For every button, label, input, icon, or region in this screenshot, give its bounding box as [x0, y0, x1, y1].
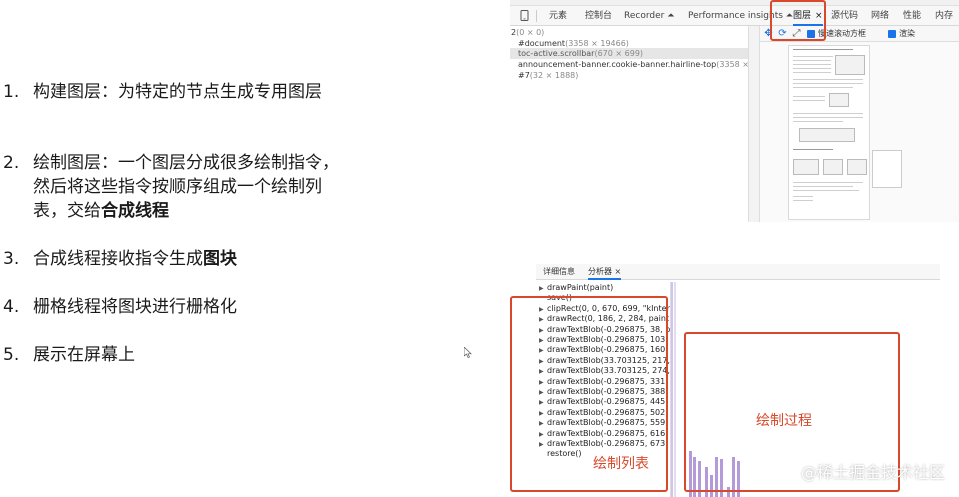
step-number: 4. [3, 297, 20, 317]
preview-image [829, 93, 849, 107]
timeline-scroll-column [674, 282, 676, 497]
paint-command-row[interactable]: ▶ drawPaint(paint) [539, 283, 613, 293]
step-text: 构建图层：为特定的节点生成专用图层 [33, 82, 322, 102]
tab-recorder[interactable]: Recorder ⏶ [624, 6, 674, 26]
watermark: @稀土掘金技术社区 [800, 463, 945, 482]
preview-image [799, 128, 855, 142]
tab-memory[interactable]: 内存 [935, 6, 953, 26]
close-icon[interactable]: × [615, 267, 622, 276]
tab-profiler[interactable]: 分析器 × [588, 264, 622, 280]
profiler-tabbar: 详细信息 分析器 × [536, 264, 940, 280]
preview-image [793, 159, 819, 175]
layer-row-selected[interactable]: toc-active.scrollbar(670 × 699) [510, 48, 748, 59]
step-number: 1. [3, 82, 20, 102]
paint-label: 渲染 [899, 29, 915, 38]
paint-command-text: drawPaint(paint) [547, 283, 614, 292]
highlight-box-layers-tab [770, 0, 826, 41]
tab-separator [536, 10, 537, 22]
step-text: 栅格线程将图块进行栅格化 [33, 297, 237, 317]
device-toggle-icon[interactable] [519, 9, 531, 22]
step-number: 5. [3, 345, 20, 365]
step-text: 展示在屏幕上 [33, 345, 135, 365]
preview-image [823, 159, 843, 175]
step-number: 2. [3, 153, 20, 173]
annotation-paint-process: 绘制过程 [756, 413, 812, 429]
layer-row[interactable]: #7(32 × 1888) [510, 70, 748, 81]
tab-elements[interactable]: 元素 [549, 6, 567, 26]
panel-resize-handle[interactable] [748, 26, 760, 222]
step-text: 合成线程接收指令生成图块 [33, 249, 237, 269]
tab-console[interactable]: 控制台 [585, 6, 612, 26]
timeline-scroll-column [671, 282, 673, 497]
layer-tree: 2(0 × 0) #document(3358 × 19466) toc-act… [510, 26, 770, 222]
layers-3d-viewport[interactable] [760, 42, 959, 222]
step-number: 3. [3, 249, 20, 269]
tab-profiler-label: 分析器 [588, 267, 612, 276]
page-preview [788, 45, 870, 220]
devtools-layers-panel: 元素 控制台 Recorder ⏶ Performance insights ⏶… [510, 0, 959, 222]
devtools-tabbar: 元素 控制台 Recorder ⏶ Performance insights ⏶… [510, 6, 959, 26]
annotation-paint-list: 绘制列表 [593, 456, 649, 472]
tab-details[interactable]: 详细信息 [543, 264, 575, 280]
tab-performance[interactable]: 性能 [903, 6, 921, 26]
layer-thumbnail [872, 150, 902, 188]
tab-network[interactable]: 网络 [871, 6, 889, 26]
preview-image [847, 159, 867, 175]
mouse-cursor-icon [464, 347, 472, 358]
layer-row[interactable]: announcement-banner.cookie-banner.hairli… [510, 59, 770, 70]
preview-image [835, 55, 865, 75]
tab-sources[interactable]: 源代码 [831, 6, 858, 26]
step-text: 绘制图层：一个图层分成很多绘制指令，然后将这些指令按顺序组成一个绘制列表，交给合… [33, 153, 339, 221]
layer-row[interactable]: 2(0 × 0) [510, 27, 748, 38]
paint-checkbox[interactable] [888, 30, 896, 38]
